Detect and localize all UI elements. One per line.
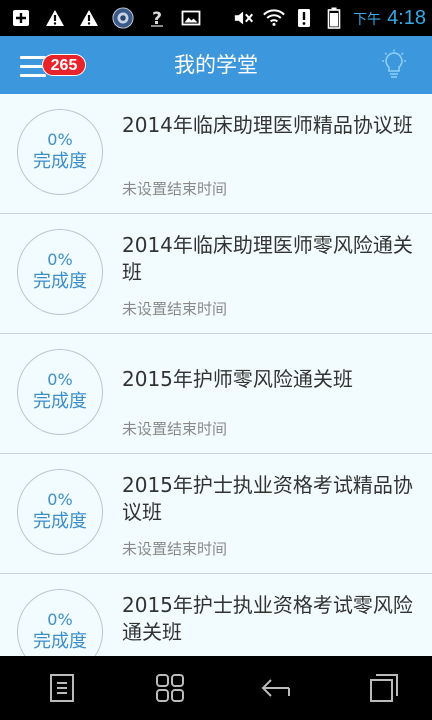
warning-icon [78, 7, 100, 29]
back-icon [261, 679, 290, 697]
mute-icon [233, 7, 255, 29]
progress-circle: 0% 完成度 [17, 589, 103, 656]
battery-icon [323, 7, 345, 29]
warning-icon [44, 7, 66, 29]
add-notification-icon [10, 7, 32, 29]
notification-badge: 265 [42, 54, 86, 76]
menu-icon [20, 56, 46, 59]
course-title: 2015年护师零风险通关班 [122, 367, 353, 391]
image-icon [180, 7, 202, 29]
status-bar: ? 下午 4:18 [0, 0, 432, 36]
course-item[interactable]: 0% 完成度 2015年护士执业资格考试精品协议班 未设置结束时间 [0, 454, 432, 574]
progress-label: 完成度 [33, 151, 87, 172]
progress-label: 完成度 [33, 271, 87, 292]
navigation-bar [0, 656, 432, 720]
progress-circle: 0% 完成度 [17, 349, 103, 435]
menu-button[interactable]: 265 [14, 48, 86, 82]
course-item[interactable]: 0% 完成度 2015年护师零风险通关班 未设置结束时间 [0, 334, 432, 454]
recent-apps-icon [370, 674, 398, 702]
course-item[interactable]: 0% 完成度 2014年临床助理医师零风险通关班 未设置结束时间 [0, 214, 432, 334]
progress-percent: 0% [47, 610, 73, 629]
status-right-icons: 下午 4:18 [233, 6, 426, 30]
status-time: 4:18 [387, 6, 426, 29]
course-end-time: 未设置结束时间 [122, 540, 228, 558]
status-clock: 下午 4:18 [353, 7, 426, 30]
progress-label: 完成度 [33, 391, 87, 412]
course-end-time: 未设置结束时间 [122, 180, 228, 198]
nav-recent-apps-button[interactable] [366, 670, 402, 706]
progress-label: 完成度 [33, 511, 87, 532]
lightbulb-button[interactable] [378, 49, 410, 81]
progress-circle: 0% 完成度 [17, 109, 103, 195]
status-left-icons: ? [10, 6, 202, 30]
nav-back-button[interactable] [258, 670, 294, 706]
course-item[interactable]: 0% 完成度 2014年临床助理医师精品协议班 未设置结束时间 [0, 94, 432, 214]
course-title: 2015年护士执业资格考试精品协议班 [122, 473, 413, 524]
progress-percent: 0% [47, 370, 73, 389]
lightbulb-icon [382, 49, 406, 78]
progress-percent: 0% [47, 250, 73, 269]
app-badge-icon [112, 7, 134, 29]
wifi-icon [263, 7, 285, 29]
nav-home-button[interactable] [152, 670, 188, 706]
progress-percent: 0% [47, 130, 73, 149]
home-grid-icon [156, 674, 184, 702]
app-bar: 265 我的学堂 [0, 36, 432, 94]
progress-label: 完成度 [33, 631, 87, 652]
course-title: 2015年护士执业资格考试零风险通关班 [122, 593, 413, 644]
status-ampm: 下午 [353, 11, 382, 28]
course-end-time: 未设置结束时间 [122, 300, 228, 318]
progress-circle: 0% 完成度 [17, 229, 103, 315]
menu-icon [50, 674, 74, 702]
course-list[interactable]: 0% 完成度 2014年临床助理医师精品协议班 未设置结束时间 0% 完成度 2… [0, 94, 432, 656]
course-title: 2014年临床助理医师零风险通关班 [122, 233, 413, 284]
nav-menu-button[interactable] [44, 670, 80, 706]
unknown-app-icon: ? [146, 7, 168, 29]
menu-icon-line [20, 74, 46, 77]
progress-percent: 0% [47, 490, 73, 509]
course-title: 2014年临床助理医师精品协议班 [122, 113, 413, 137]
course-end-time: 未设置结束时间 [122, 420, 228, 438]
course-item[interactable]: 0% 完成度 2015年护士执业资格考试零风险通关班 [0, 574, 432, 656]
sim-alert-icon [293, 7, 315, 29]
progress-circle: 0% 完成度 [17, 469, 103, 555]
